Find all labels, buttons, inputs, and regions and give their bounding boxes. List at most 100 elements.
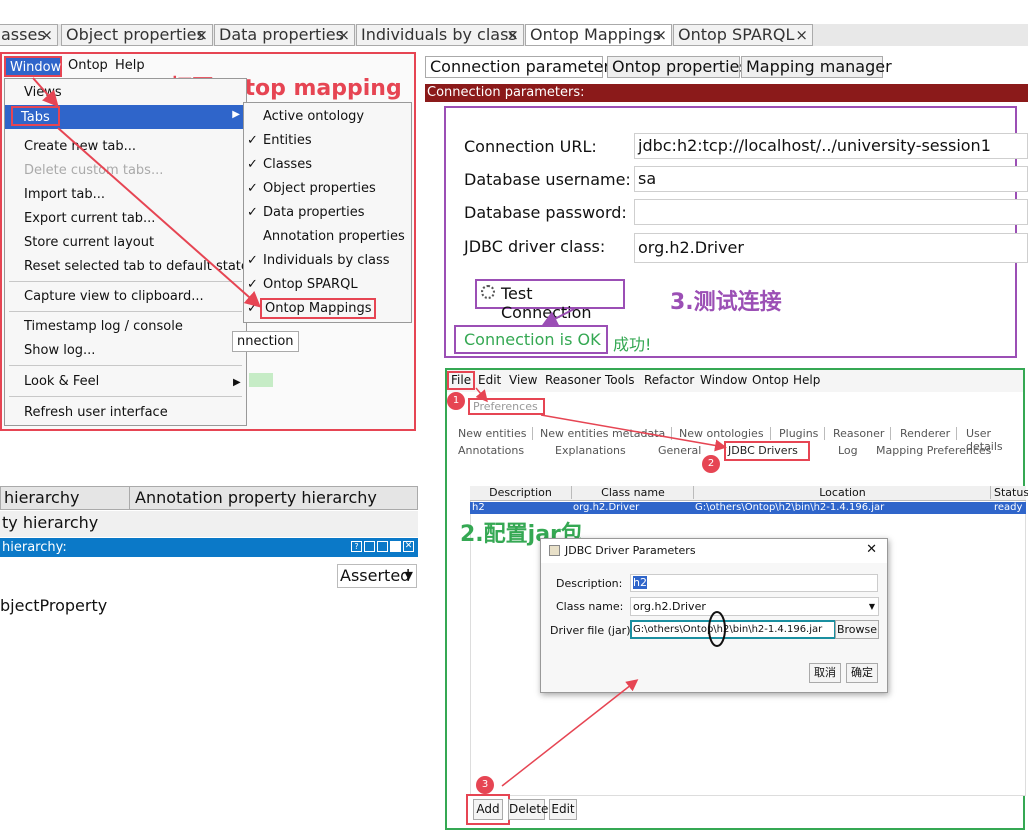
menu-window-right[interactable]: Window xyxy=(700,373,747,387)
submenu-annotation-properties[interactable]: Annotation properties xyxy=(263,229,405,244)
hierarchy-subtitle: ty hierarchy xyxy=(0,511,418,537)
pref-tab-annotations[interactable]: Annotations xyxy=(458,444,524,457)
connection-button-partial[interactable]: nnection xyxy=(232,331,299,352)
menu-file[interactable]: File xyxy=(447,371,476,390)
tab-mapping-manager[interactable]: Mapping manager xyxy=(741,56,892,78)
tab-connection-parameters[interactable]: Connection parameters xyxy=(425,56,618,78)
close-icon[interactable]: ✕ xyxy=(866,542,877,557)
driver-file-input[interactable]: G:\others\Ontop\h2\bin\h2-1.4.196.jar xyxy=(630,620,836,639)
tab-annotation-property-hierarchy[interactable]: Annotation property hierarchy xyxy=(131,486,416,510)
tab-label: Data properties xyxy=(219,25,344,44)
chevron-down-icon: ▼ xyxy=(404,569,413,582)
split-icon[interactable] xyxy=(364,541,375,552)
menu-item-refresh[interactable]: Refresh user interface xyxy=(24,405,168,420)
menu-item-import-tab[interactable]: Import tab... xyxy=(24,187,105,202)
menu-reasoner[interactable]: Reasoner xyxy=(545,373,601,387)
menu-edit[interactable]: Edit xyxy=(478,373,501,387)
close-icon[interactable]: × xyxy=(795,25,808,45)
col-location[interactable]: Location xyxy=(695,486,991,499)
pref-tab-mapping-preferences[interactable]: Mapping Preferences xyxy=(876,444,991,457)
pref-tab-general[interactable]: General xyxy=(658,444,701,457)
submenu-entities[interactable]: Entities xyxy=(263,133,312,148)
menu-view[interactable]: View xyxy=(509,373,537,387)
pref-tab-log[interactable]: Log xyxy=(838,444,858,457)
maximize-icon[interactable] xyxy=(390,541,401,552)
database-password-input[interactable] xyxy=(634,199,1028,225)
ok-button[interactable]: 确定 xyxy=(846,663,878,683)
close-icon[interactable]: × xyxy=(40,25,53,45)
menu-ontop[interactable]: Ontop xyxy=(68,58,108,73)
submenu-data-properties[interactable]: Data properties xyxy=(263,205,365,220)
submenu-ontop-sparql[interactable]: Ontop SPARQL xyxy=(263,277,358,292)
menu-item-tabs[interactable]: Tabs ▶ xyxy=(5,105,246,129)
submenu-ontop-mappings[interactable]: Ontop Mappings xyxy=(260,298,377,319)
connection-url-label: Connection URL: xyxy=(464,137,597,156)
browse-button[interactable]: Browse xyxy=(835,620,879,639)
delete-button[interactable]: Delete xyxy=(508,799,548,820)
tab-property-hierarchy[interactable]: hierarchy xyxy=(0,486,130,510)
pref-tabs-row2: Annotations Explanations General JDBC Dr… xyxy=(456,441,1024,461)
tab-ontop-mappings[interactable]: Ontop Mappings × xyxy=(525,24,672,46)
menu-item-export-tab[interactable]: Export current tab... xyxy=(24,211,155,226)
close-icon[interactable]: × xyxy=(506,25,519,45)
submenu-ontop-mappings-label: Ontop Mappings xyxy=(265,301,372,316)
connection-status: Connection is OK xyxy=(454,325,608,354)
add-button[interactable]: Add xyxy=(473,799,503,820)
menu-item-look-feel[interactable]: Look & Feel xyxy=(24,374,99,389)
menu-item-timestamp[interactable]: Timestamp log / console xyxy=(24,319,183,334)
close-icon[interactable]: × xyxy=(195,25,208,45)
menu-item-reset-tab[interactable]: Reset selected tab to default state xyxy=(24,259,249,274)
pref-tab-reasoner[interactable]: Reasoner xyxy=(833,427,892,440)
edit-button[interactable]: Edit xyxy=(549,799,577,820)
menu-tools[interactable]: Tools xyxy=(605,373,635,387)
tab-ontop-properties[interactable]: Ontop properties xyxy=(607,56,748,78)
connection-url-input[interactable]: jdbc:h2:tcp://localhost/../university-se… xyxy=(634,133,1028,159)
col-description[interactable]: Description xyxy=(470,486,572,499)
submenu-object-properties[interactable]: Object properties xyxy=(263,181,376,196)
menu-help[interactable]: Help xyxy=(115,58,145,73)
close-icon[interactable]: ✕ xyxy=(403,541,414,552)
cancel-button[interactable]: 取消 xyxy=(809,663,841,683)
test-connection-button[interactable]: Test Connection xyxy=(475,279,625,322)
menu-item-views[interactable]: Views xyxy=(24,85,62,100)
pref-tab-jdbc-drivers[interactable]: JDBC Drivers xyxy=(724,441,810,461)
col-class-name[interactable]: Class name xyxy=(573,486,694,499)
menu-item-show-log[interactable]: Show log... xyxy=(24,343,95,358)
tab-individuals-by-class[interactable]: Individuals by class × xyxy=(356,24,524,46)
menu-item-create-tab[interactable]: Create new tab... xyxy=(24,139,136,154)
tab-object-properties[interactable]: Object properties × xyxy=(61,24,213,46)
close-icon[interactable]: × xyxy=(654,25,667,45)
minimize-icon[interactable] xyxy=(377,541,388,552)
pref-tab-new-entities[interactable]: New entities xyxy=(458,427,534,440)
pref-tab-new-entities-metadata[interactable]: New entities metadata xyxy=(540,427,673,440)
menu-window-label: Window xyxy=(10,60,62,75)
close-icon[interactable]: × xyxy=(337,25,350,45)
jdbc-driver-class-input[interactable]: org.h2.Driver xyxy=(634,233,1028,263)
help-icon[interactable]: ? xyxy=(351,541,362,552)
class-select[interactable]: org.h2.Driver ▼ xyxy=(630,597,879,616)
pref-tab-new-ontologies[interactable]: New ontologies xyxy=(679,427,771,440)
menu-ontop-right[interactable]: Ontop xyxy=(752,373,789,387)
menu-refactor[interactable]: Refactor xyxy=(644,373,694,387)
menu-item-capture[interactable]: Capture view to clipboard... xyxy=(24,289,204,304)
pref-tab-plugins[interactable]: Plugins xyxy=(779,427,826,440)
tab-data-properties[interactable]: Data properties × xyxy=(214,24,355,46)
hierarchy-item[interactable]: bjectProperty xyxy=(0,596,107,615)
table-row[interactable]: h2 org.h2.Driver G:\others\Ontop\h2\bin\… xyxy=(470,502,1026,514)
menu-item-store-layout[interactable]: Store current layout xyxy=(24,235,154,250)
tab-ontop-sparql[interactable]: Ontop SPARQL × xyxy=(673,24,813,46)
database-username-input[interactable]: sa xyxy=(634,166,1028,192)
menu-separator xyxy=(9,281,242,282)
menu-help-right[interactable]: Help xyxy=(793,373,820,387)
menu-item-preferences[interactable]: Preferences xyxy=(468,398,545,415)
tab-classes[interactable]: asses × xyxy=(0,24,58,46)
desc-input[interactable]: h2 xyxy=(630,574,878,592)
col-status[interactable]: Status xyxy=(994,486,1028,499)
menu-window[interactable]: Window xyxy=(4,56,62,77)
submenu-individuals-by-class[interactable]: Individuals by class xyxy=(263,253,390,268)
asserted-select[interactable]: Asserted ▼ xyxy=(337,564,417,588)
pref-tab-explanations[interactable]: Explanations xyxy=(555,444,626,457)
submenu-classes[interactable]: Classes xyxy=(263,157,312,172)
pref-tab-renderer[interactable]: Renderer xyxy=(900,427,958,440)
submenu-active-ontology[interactable]: Active ontology xyxy=(263,109,364,124)
